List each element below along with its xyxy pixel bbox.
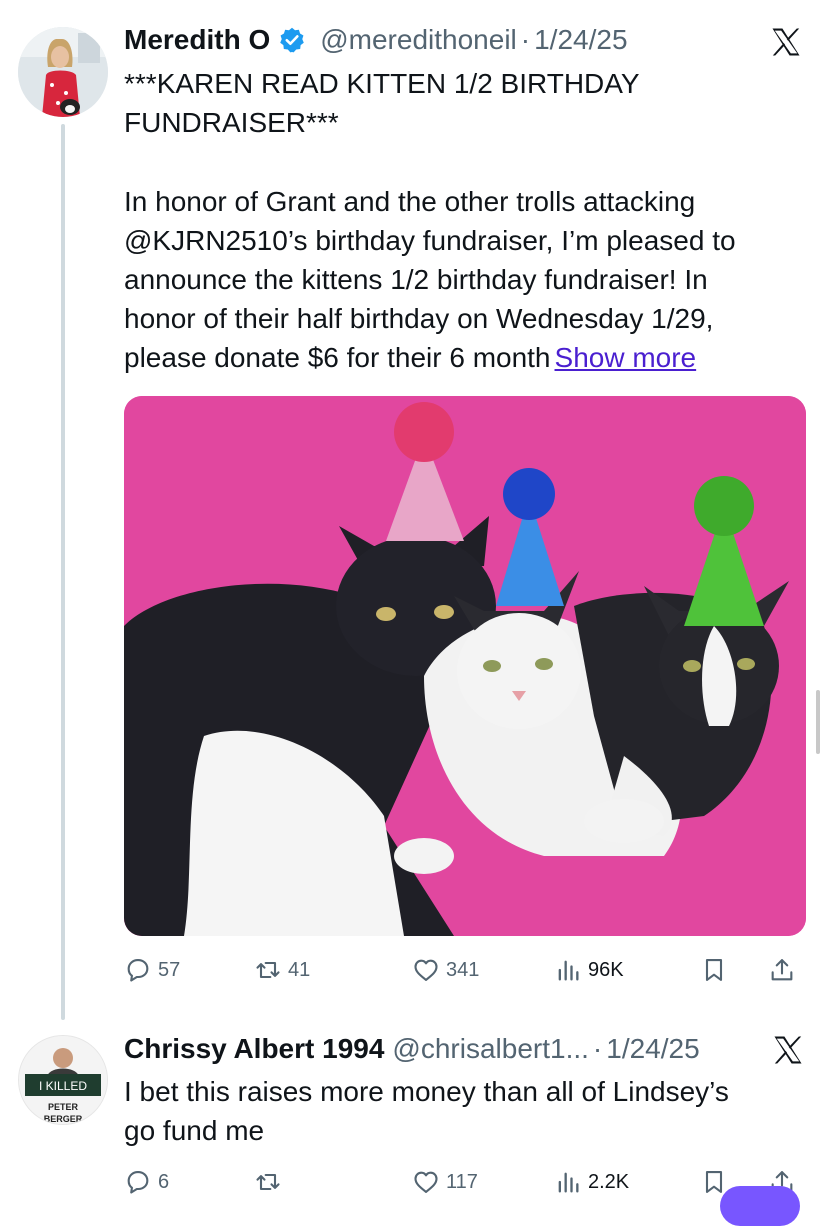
views-icon <box>558 960 579 981</box>
tweet-media-image[interactable] <box>124 396 806 936</box>
views-icon <box>558 1172 579 1193</box>
display-name[interactable]: Meredith O <box>124 24 270 56</box>
tweet-text-line: I bet this raises more money than all of… <box>124 1076 729 1107</box>
floating-action-button[interactable] <box>720 1186 800 1226</box>
tweet-text-line: go fund me <box>124 1115 265 1146</box>
like-button[interactable]: 341 <box>412 950 479 990</box>
tweet-actions-bar: 57 41 341 96K <box>124 950 804 990</box>
reply-count: 57 <box>158 958 181 981</box>
like-count: 341 <box>446 958 480 981</box>
avatar[interactable]: I KILLED PETER BERGER <box>18 1035 108 1125</box>
like-count: 117 <box>446 1170 478 1193</box>
reply-count: 6 <box>158 1170 170 1193</box>
repost-button[interactable]: 41 <box>254 950 310 990</box>
tweet-title-line: FUNDRAISER*** <box>124 107 339 138</box>
tweet-text-line: honor of their half birthday on Wednesda… <box>124 303 714 334</box>
repost-icon <box>256 1173 280 1191</box>
user-handle[interactable]: @meredithoneil <box>320 24 517 56</box>
views-count: 2.2K <box>588 1170 630 1193</box>
x-logo-icon <box>770 1032 806 1068</box>
avatar-sign-text: PETER <box>48 1102 79 1112</box>
tweet-date[interactable]: 1/24/25 <box>606 1033 699 1065</box>
tweet-title-line: ***KAREN READ KITTEN 1/2 BIRTHDAY <box>124 68 640 99</box>
user-handle[interactable]: @chrisalbert1... <box>392 1033 589 1065</box>
views-button[interactable]: 2.2K <box>554 1162 629 1202</box>
separator-dot: · <box>520 24 531 55</box>
tweet-text-fragment: please donate $6 for their 6 month <box>124 342 551 373</box>
x-logo-icon <box>768 24 804 60</box>
like-icon <box>414 959 438 981</box>
reply-button[interactable]: 6 <box>124 1162 169 1202</box>
bookmark-icon <box>705 959 723 981</box>
reply-icon <box>127 959 149 982</box>
tweet-title: ***KAREN READ KITTEN 1/2 BIRTHDAY FUNDRA… <box>124 64 794 142</box>
like-icon <box>414 1171 438 1193</box>
tweet-text: In honor of Grant and the other trolls a… <box>124 182 794 377</box>
bookmark-button[interactable] <box>700 950 734 990</box>
show-more-link[interactable]: Show more <box>555 342 697 373</box>
bookmark-icon <box>705 1171 723 1193</box>
avatar-sign-text: I KILLED <box>39 1079 87 1093</box>
reply-icon <box>127 1171 149 1194</box>
views-count: 96K <box>588 958 624 981</box>
tweet-text-line-last: please donate $6 for their 6 month Show m… <box>124 338 794 377</box>
tweet-header: Chrissy Albert 1994 @chrisalbert1... · 1… <box>124 1029 700 1069</box>
tweet-text-line: @KJRN2510’s birthday fundraiser, I’m ple… <box>124 225 736 256</box>
display-name[interactable]: Chrissy Albert 1994 <box>124 1033 384 1065</box>
repost-icon <box>256 961 280 979</box>
thread-connector-line <box>61 124 65 1020</box>
repost-count: 41 <box>288 958 311 981</box>
views-button[interactable]: 96K <box>554 950 624 990</box>
tweet-actions-bar: 6 117 2.2K <box>124 1162 804 1202</box>
avatar-sign-text: BERGER <box>44 1114 83 1124</box>
tweet-date[interactable]: 1/24/25 <box>534 24 627 56</box>
like-button[interactable]: 117 <box>412 1162 478 1202</box>
avatar[interactable] <box>18 27 108 117</box>
scrollbar-thumb[interactable] <box>816 690 820 754</box>
tweet-text: I bet this raises more money than all of… <box>124 1072 794 1150</box>
share-icon <box>771 959 793 981</box>
tweet-text-line: announce the kittens 1/2 birthday fundra… <box>124 264 708 295</box>
tweet-header: Meredith O @meredithoneil · 1/24/25 <box>124 20 628 60</box>
share-button[interactable] <box>768 950 802 990</box>
tweet-text-line: In honor of Grant and the other trolls a… <box>124 186 696 217</box>
repost-button[interactable] <box>254 1162 288 1202</box>
separator-dot: · <box>592 1033 603 1064</box>
reply-button[interactable]: 57 <box>124 950 180 990</box>
verified-badge-icon <box>278 26 306 54</box>
